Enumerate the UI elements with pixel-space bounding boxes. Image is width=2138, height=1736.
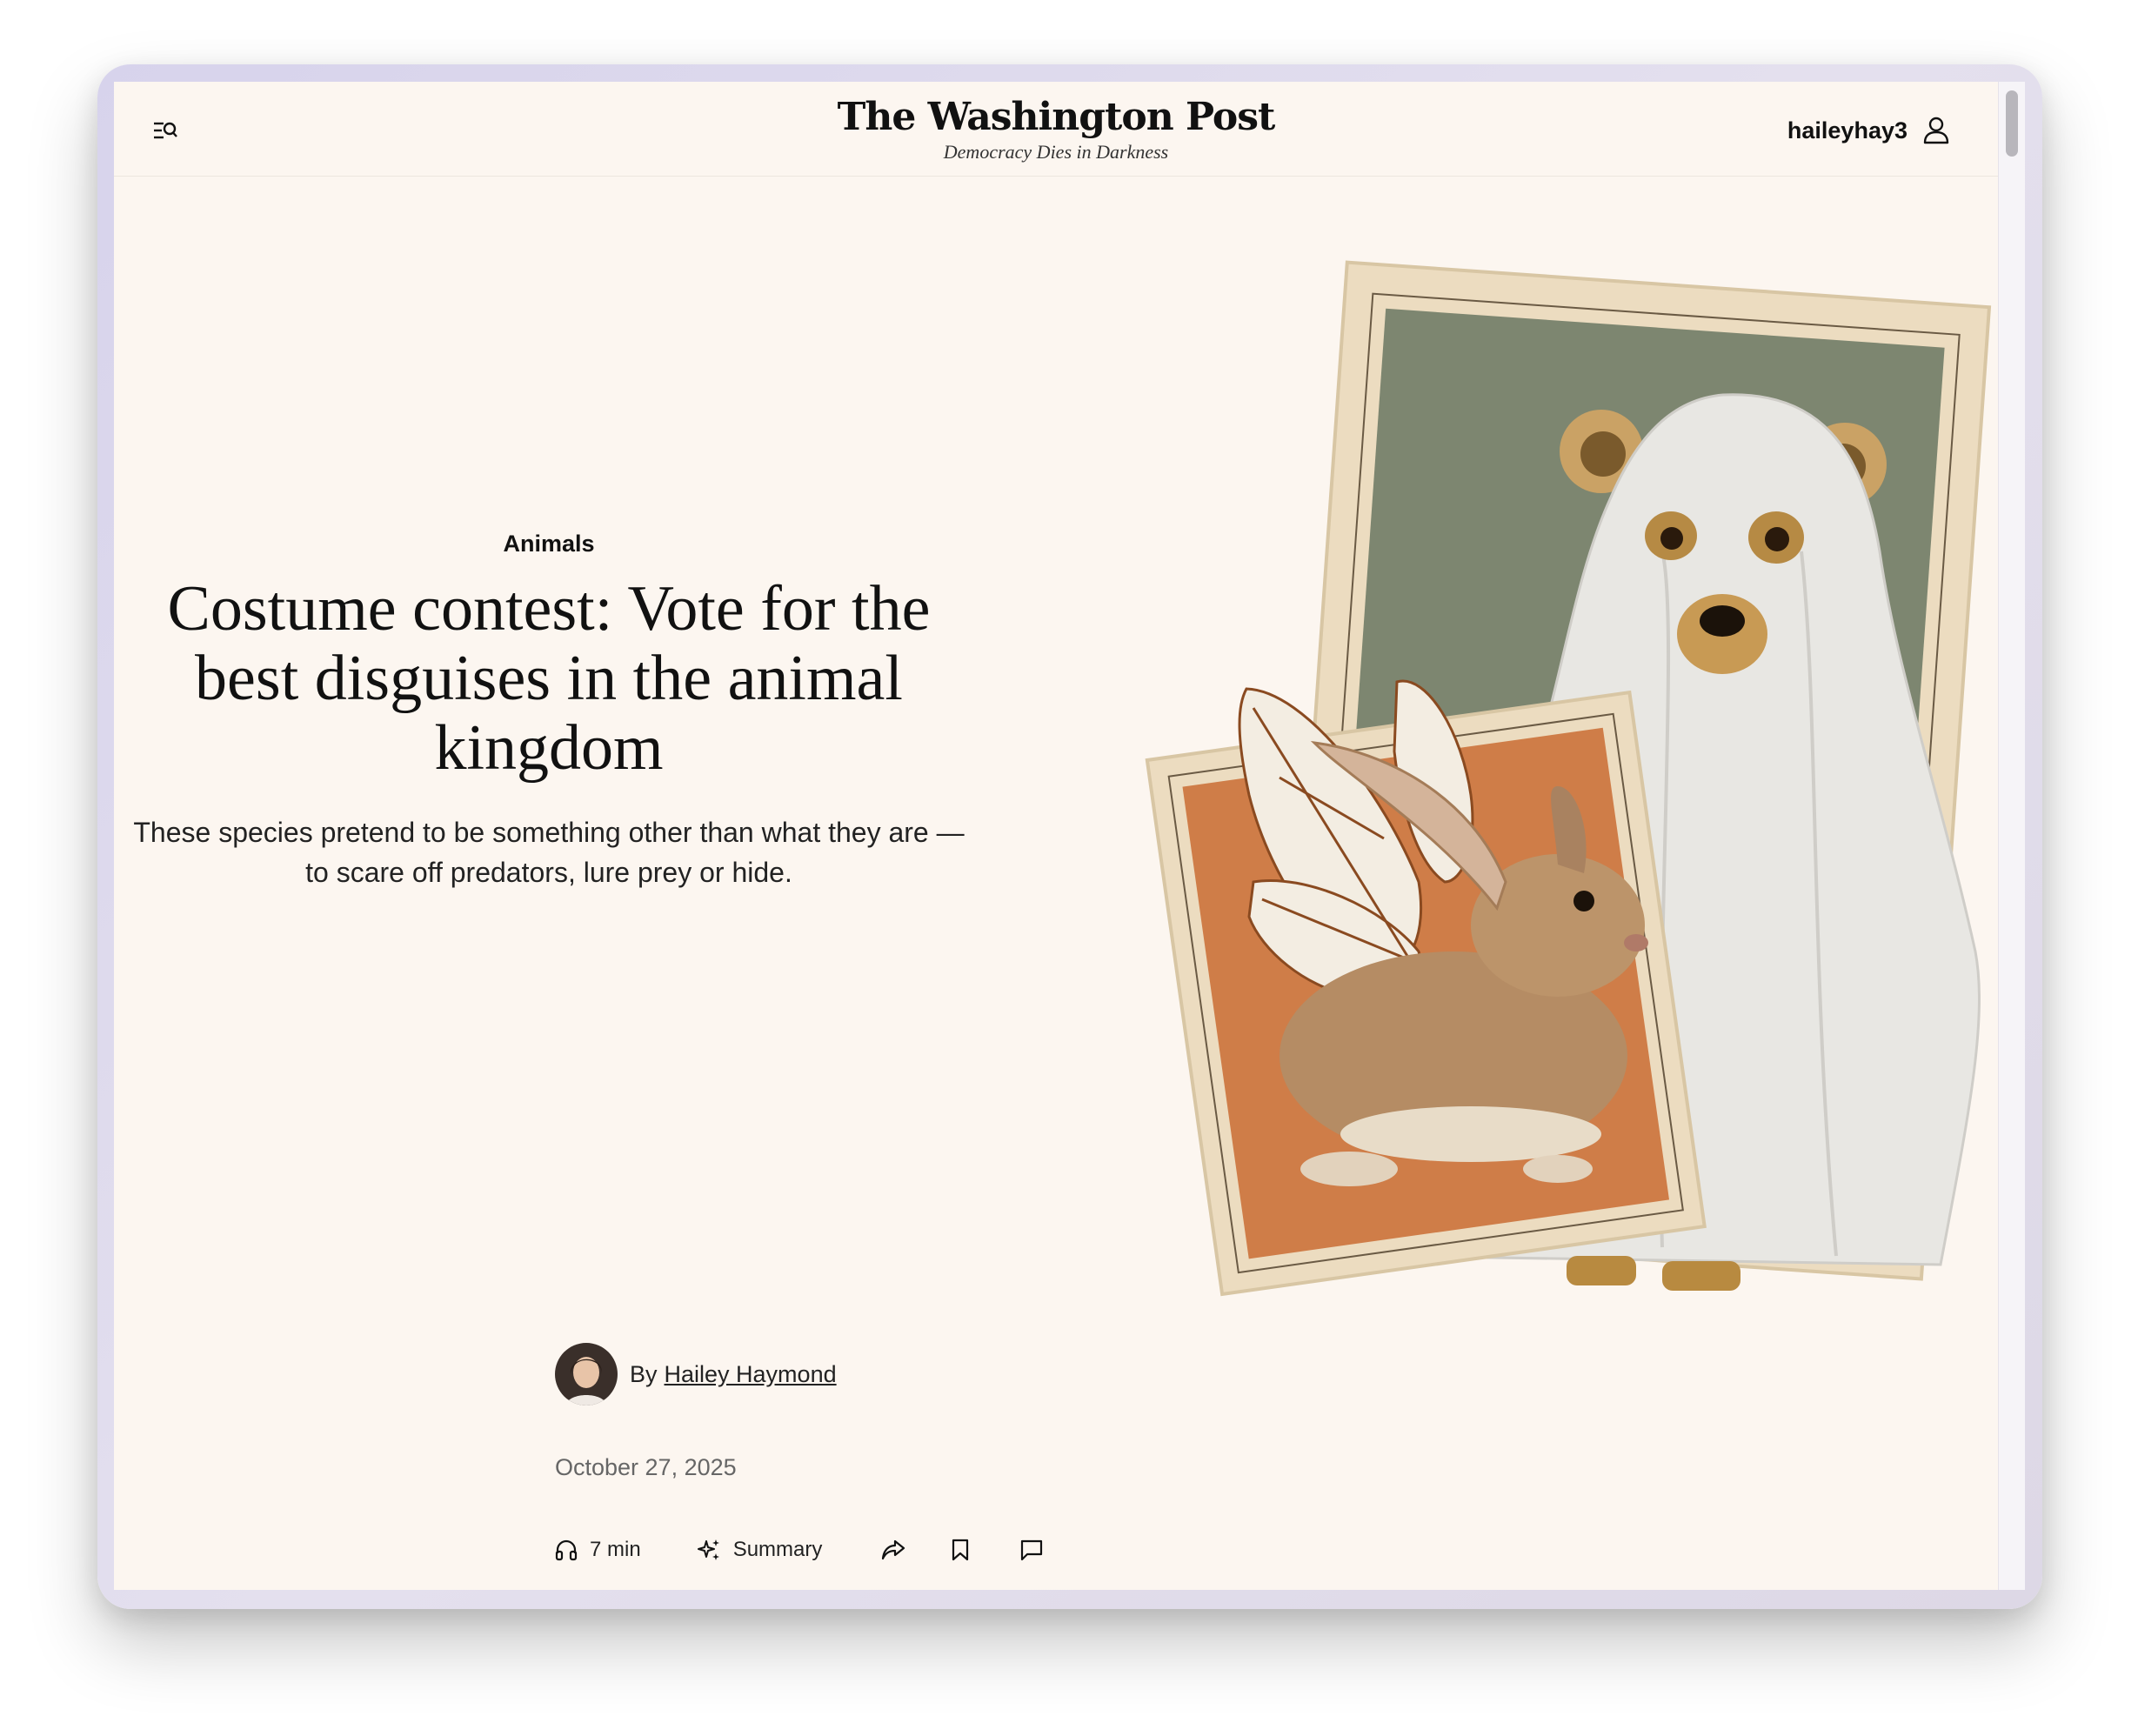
comments-button[interactable]	[1020, 1539, 1043, 1561]
vertical-scrollbar[interactable]	[1998, 82, 2025, 1590]
save-button[interactable]	[951, 1539, 970, 1561]
site-tagline: Democracy Dies in Darkness	[943, 141, 1169, 163]
article-toolbar: 7 min Summary	[555, 1531, 1043, 1569]
summary-label: Summary	[732, 1538, 823, 1561]
share-button[interactable]	[881, 1539, 905, 1561]
share-arrow-icon	[882, 1539, 905, 1560]
listen-duration: 7 min	[590, 1538, 641, 1561]
listen-button[interactable]: 7 min	[555, 1538, 641, 1562]
site-header: The Washington Post Democracy Dies in Da…	[114, 82, 1998, 177]
byline-prefix: By	[630, 1360, 658, 1387]
sparkle-icon	[697, 1539, 719, 1560]
article-headline: Costume contest: Vote for the best disgu…	[167, 573, 931, 784]
section-kicker[interactable]: Animals	[114, 531, 984, 558]
page-viewport: The Washington Post Democracy Dies in Da…	[114, 82, 1998, 1590]
account-button[interactable]: haileyhay3	[1787, 113, 1949, 148]
scrollbar-thumb[interactable]	[2006, 90, 2018, 157]
publish-date: October 27, 2025	[555, 1454, 737, 1480]
comment-icon	[1021, 1539, 1043, 1561]
site-logo[interactable]: The Washington Post	[114, 92, 1998, 143]
author-link[interactable]: Hailey Haymond	[665, 1361, 837, 1388]
article-dek: These species pretend to be something ot…	[133, 817, 965, 888]
author-avatar[interactable]	[555, 1343, 618, 1405]
user-icon	[1923, 117, 1949, 144]
bookmark-icon	[952, 1539, 969, 1561]
account-username: haileyhay3	[1787, 117, 1907, 144]
headphones-icon	[555, 1539, 578, 1561]
byline: By Hailey Haymond	[555, 1343, 837, 1405]
summary-button[interactable]: Summary	[697, 1538, 823, 1562]
hero-illustration	[1145, 260, 1992, 1297]
